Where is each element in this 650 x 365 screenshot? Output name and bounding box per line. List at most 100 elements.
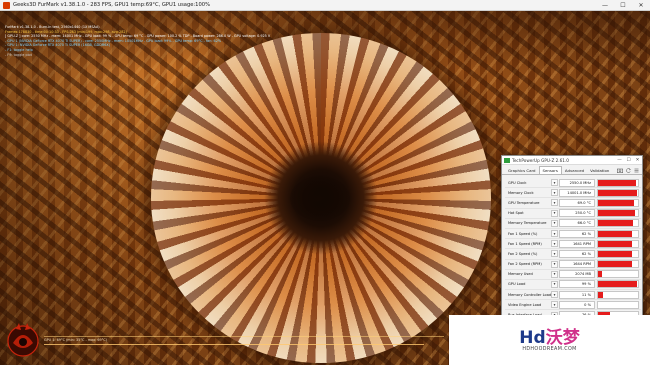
sensor-dropdown-icon[interactable]: ▾ (551, 301, 558, 309)
sensor-row: Memory Clock ▾ 14001.0 MHz (505, 188, 641, 199)
temperature-graph-label: GPU 1: 69°C (min: 35°C - max: 69°C) (44, 338, 108, 342)
window-titlebar[interactable]: Geeks3D FurMark v1.38.1.0 - 283 FPS, GPU… (0, 0, 650, 11)
sensor-graph (597, 280, 639, 289)
sensor-row: Memory Temperature ▾ 66.0 °C (505, 219, 641, 229)
sensor-value: 62 % (559, 229, 595, 238)
sensor-graph-fill (598, 199, 634, 206)
gpuz-window-controls: — ☐ ✕ (615, 156, 642, 165)
sensor-dropdown-icon[interactable]: ▾ (551, 230, 558, 238)
sensor-dropdown-icon[interactable]: ▾ (551, 270, 558, 278)
sensor-graph-fill (598, 189, 638, 196)
sensor-dropdown-icon[interactable]: ▾ (551, 291, 558, 299)
refresh-icon[interactable] (626, 168, 631, 173)
sensor-graph (597, 300, 639, 309)
sensor-dropdown-icon[interactable]: ▾ (551, 219, 558, 227)
sensor-row: Fan 1 Speed (%) ▾ 62 % (505, 229, 641, 240)
sensor-value: 62 % (559, 249, 595, 258)
window-controls: — ☐ ✕ (596, 0, 650, 11)
sensor-value: 1644 RPM (559, 260, 595, 269)
sensor-name: Fan 2 Speed (RPM) (508, 262, 542, 267)
sensor-value: 14001.0 MHz (559, 188, 595, 197)
sensor-value: 2550.0 MHz (559, 178, 595, 187)
sensor-dropdown-icon[interactable]: ▾ (551, 280, 558, 288)
gpuz-app-icon (504, 157, 510, 163)
furmark-logo-icon (7, 323, 39, 357)
tab-validation[interactable]: Validation (587, 166, 612, 174)
sensor-name: Hot Spot (508, 211, 524, 216)
menu-icon[interactable] (634, 168, 639, 173)
sensor-name: GPU Temperature (508, 200, 540, 205)
sensor-graph (597, 239, 639, 248)
sensor-row: Memory Controller Load ▾ 11 % (505, 290, 641, 301)
gpuz-titlebar[interactable]: TechPowerUp GPU-Z 2.61.0 — ☐ ✕ (502, 156, 642, 165)
gpuz-toolbar (617, 166, 639, 175)
gpuz-minimize-button[interactable]: — (615, 156, 624, 165)
site-watermark: Hd沃梦 HDHOODREAM.COM (449, 315, 650, 365)
sensor-value: 11 % (559, 290, 595, 299)
gpuz-window[interactable]: TechPowerUp GPU-Z 2.61.0 — ☐ ✕ Graphics … (501, 155, 643, 317)
sensor-name: GPU Clock (508, 180, 527, 185)
sensor-row: GPU Clock ▾ 2550.0 MHz (505, 178, 641, 189)
sensor-graph (597, 290, 639, 299)
gpuz-maximize-button[interactable]: ☐ (624, 156, 633, 165)
sensor-dropdown-icon[interactable]: ▾ (551, 179, 558, 187)
osd-line: - F9: toggle plot (5, 52, 32, 57)
sensor-row: GPU Load ▾ 99 % (505, 280, 641, 291)
sensor-dropdown-icon[interactable]: ▾ (551, 209, 558, 217)
sensor-graph-fill (598, 281, 638, 288)
sensor-row: Fan 2 Speed (%) ▾ 62 % (505, 249, 641, 260)
watermark-logo: Hd沃梦 (519, 329, 579, 347)
close-button[interactable]: ✕ (632, 0, 650, 11)
sensor-graph-fill (598, 250, 632, 257)
maximize-button[interactable]: ☐ (614, 0, 632, 11)
sensor-name: Fan 2 Speed (%) (508, 251, 538, 256)
sensor-graph (597, 188, 639, 197)
sensor-graph-fill (598, 179, 636, 186)
sensor-name: Video Engine Load (508, 302, 542, 307)
sensor-dropdown-icon[interactable]: ▾ (551, 189, 558, 197)
osd-overlay: FurMark v1.38.1.0 - Burn-in test, 2560x1… (5, 25, 425, 57)
sensor-value: 0 % (559, 300, 595, 309)
tab-advanced[interactable]: Advanced (562, 166, 587, 174)
sensor-dropdown-icon[interactable]: ▾ (551, 199, 558, 207)
window-title: Geeks3D FurMark v1.38.1.0 - 283 FPS, GPU… (13, 2, 211, 8)
sensor-graph-fill (598, 291, 603, 298)
sensor-graph-fill (598, 271, 602, 278)
sensor-value: 250.0 °C (559, 209, 595, 218)
fur-center-shadow (290, 176, 350, 221)
sensor-name: Fan 1 Speed (RPM) (508, 241, 542, 246)
sensor-graph-fill (598, 261, 632, 268)
tab-graphics-card[interactable]: Graphics Card (505, 166, 539, 174)
sensor-value: 99 % (559, 280, 595, 289)
sensor-value: 69.0 °C (559, 198, 595, 207)
sensor-graph (597, 260, 639, 269)
sensor-graph-fill (598, 240, 632, 247)
sensor-row: Fan 1 Speed (RPM) ▾ 1641 RPM (505, 239, 641, 250)
sensor-name: Memory Controller Load (508, 292, 551, 297)
watermark-suffix: 沃梦 (545, 327, 580, 348)
sensor-graph (597, 219, 639, 228)
sensor-graph (597, 270, 639, 279)
temperature-graph-line (44, 344, 424, 345)
sensor-row: Video Engine Load ▾ 0 % (505, 300, 641, 311)
sensor-graph (597, 249, 639, 258)
gpuz-title: TechPowerUp GPU-Z 2.61.0 (512, 157, 569, 163)
sensor-value: 2074 MB (559, 270, 595, 279)
sensor-list: GPU Clock ▾ 2550.0 MHz Memory Clock ▾ 14001.0… (505, 178, 641, 316)
sensor-dropdown-icon[interactable]: ▾ (551, 260, 558, 268)
sensor-name: Memory Temperature (508, 221, 547, 226)
minimize-button[interactable]: — (596, 0, 614, 11)
sensor-row: GPU Temperature ▾ 69.0 °C (505, 198, 641, 209)
sensor-dropdown-icon[interactable]: ▾ (551, 240, 558, 248)
furmark-app-icon (3, 1, 10, 9)
sensor-graph-fill (598, 230, 632, 237)
camera-icon[interactable] (617, 168, 623, 173)
tab-sensors[interactable]: Sensors (538, 166, 562, 174)
sensor-graph (597, 209, 639, 218)
sensor-graph (597, 229, 639, 238)
sensor-graph (597, 178, 639, 187)
sensor-name: GPU Load (508, 282, 526, 287)
gpuz-close-button[interactable]: ✕ (633, 156, 642, 165)
sensor-graph-fill (598, 220, 634, 227)
sensor-dropdown-icon[interactable]: ▾ (551, 250, 558, 258)
